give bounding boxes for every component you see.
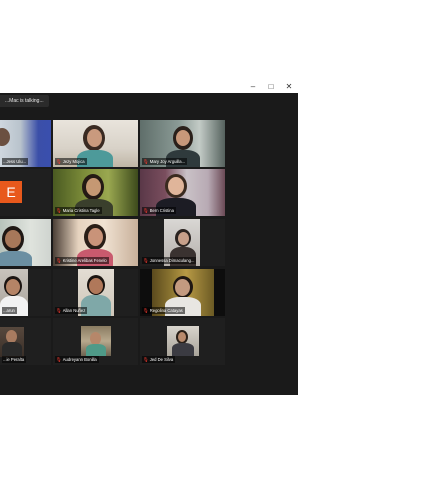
mic-muted-icon: 🎙	[56, 258, 62, 263]
participant-name: 🎙 Jed De Silva	[142, 356, 176, 363]
mic-muted-icon: 🎙	[56, 308, 62, 313]
mic-muted-icon: 🎙	[143, 208, 149, 213]
participant-name: 🎙 Bern Cristina	[142, 207, 176, 214]
participant-name: 🎙 Kristine Arelibas Fenelo	[55, 257, 109, 264]
mic-muted-icon: 🎙	[56, 208, 62, 213]
participant-name: 🎙 Regolina Catayas	[142, 307, 185, 314]
mic-muted-icon: 🎙	[143, 159, 149, 164]
active-speaker-banner: ...Mac is talking...	[0, 95, 49, 107]
participant-tile[interactable]: 🎙 Jezy Mojica	[53, 120, 138, 167]
participant-tile[interactable]: 🎙 Kristine Arelibas Fenelo	[53, 219, 138, 266]
close-icon[interactable]: ✕	[282, 80, 296, 94]
participant-name: ...arun	[2, 307, 17, 314]
participant-tile[interactable]: 🎙 Mary Joy Arguilla...	[140, 120, 225, 167]
participant-tile[interactable]: ...arun	[0, 269, 51, 316]
participant-tile[interactable]: ...ie Peralta	[0, 318, 51, 365]
participant-name: 🎙 Jonnessa Dimaculang...	[142, 257, 197, 264]
participant-tile[interactable]: 🎙 Bern Cristina	[140, 169, 225, 216]
participant-name: 🎙 Mary Joy Arguilla...	[142, 158, 188, 165]
maximize-icon[interactable]: □	[264, 80, 278, 94]
participant-avatar: E	[0, 181, 22, 203]
participant-tile[interactable]: 🎙 Audreyann Bonilla	[53, 318, 138, 365]
window-titlebar: – □ ✕	[0, 80, 298, 94]
mic-muted-icon: 🎙	[56, 159, 62, 164]
participant-tile[interactable]	[0, 219, 51, 266]
participant-name: 🎙 Allan Nuñez	[55, 307, 88, 314]
mic-muted-icon: 🎙	[143, 258, 149, 263]
participant-tile[interactable]: 🎙 Jonnessa Dimaculang...	[140, 219, 225, 266]
participant-name: ...Jess Ulu...	[2, 158, 29, 165]
participant-name: ...ie Peralta	[2, 356, 27, 363]
participant-tile[interactable]: 🎙 Maria Cristina Tagle	[53, 169, 138, 216]
mic-muted-icon: 🎙	[56, 357, 62, 362]
mic-muted-icon: 🎙	[143, 308, 149, 313]
participant-tile[interactable]: 🎙 Jed De Silva	[140, 318, 225, 365]
participant-tile[interactable]: E	[0, 169, 51, 216]
meeting-gallery-view: ...Mac is talking... ...Jess Ulu... 🎙 Je…	[0, 93, 298, 395]
participant-name: 🎙 Audreyann Bonilla	[55, 356, 99, 363]
participant-name: 🎙 Maria Cristina Tagle	[55, 207, 102, 214]
participant-tile[interactable]: 🎙 Regolina Catayas	[140, 269, 225, 316]
participant-tile[interactable]: 🎙 Allan Nuñez	[53, 269, 138, 316]
minimize-icon[interactable]: –	[246, 80, 260, 94]
mic-muted-icon: 🎙	[143, 357, 149, 362]
participant-tile[interactable]: ...Jess Ulu...	[0, 120, 51, 167]
participant-name: 🎙 Jezy Mojica	[55, 158, 87, 165]
